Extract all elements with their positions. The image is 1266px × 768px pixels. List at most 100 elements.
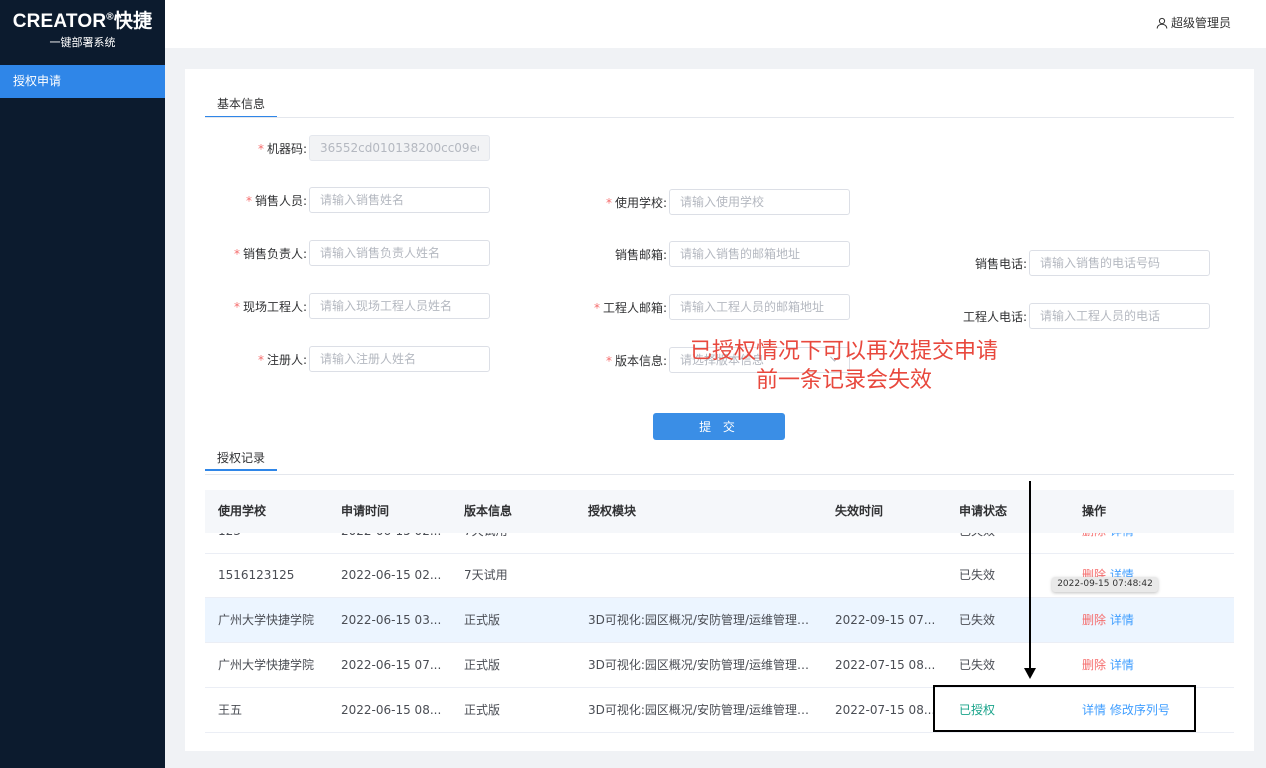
cell-apply-time: 2022-06-15 02... — [341, 533, 441, 553]
cell-apply-time: 2022-06-15 08... — [341, 703, 442, 717]
cell-version: 正式版 — [464, 703, 501, 717]
cell-school: 王五 — [218, 703, 243, 717]
cell-version: 正式版 — [464, 658, 501, 672]
field-school: * 使用学校: — [585, 189, 850, 215]
cell-version: 正式版 — [464, 613, 501, 627]
col-expire-time: 失效时间 — [835, 504, 884, 518]
sales-lead-input[interactable] — [309, 240, 490, 266]
main-card: 基本信息 *机器码: *销售人员: *使用学校: *销售负责人: 销售邮箱: 销… — [185, 69, 1254, 751]
cell-expire-time: 2022-09-15 07... — [835, 613, 936, 627]
logo-brand-text: CREATOR — [12, 11, 107, 32]
engineer-phone-input[interactable] — [1029, 303, 1210, 329]
col-modules: 授权模块 — [588, 504, 637, 518]
label-engineer-phone: 工程人电话: — [962, 309, 1027, 324]
label-engineer: * 现场工程人: — [233, 299, 307, 314]
annotation-line-1: 已授权情况下可以再次提交申请 — [689, 339, 998, 364]
delete-link[interactable]: 删除 — [1082, 658, 1106, 672]
delete-link[interactable]: 删除 — [1082, 613, 1106, 627]
col-actions: 操作 — [1082, 504, 1107, 518]
cell-apply-time: 2022-06-15 03... — [341, 613, 442, 627]
tab-auth-records-label: 授权记录 — [217, 451, 266, 465]
logo-title: CREATOR®快捷 — [0, 6, 165, 33]
cell-expire-time: 2022-07-15 08... — [835, 703, 936, 717]
annotation-arrow-head — [1024, 668, 1036, 679]
field-sales-email: 销售邮箱: — [585, 241, 850, 267]
field-engineer-phone: 工程人电话: — [945, 303, 1210, 329]
label-sales-lead: * 销售负责人: — [233, 246, 307, 261]
detail-link[interactable]: 详情 — [1110, 533, 1134, 538]
tab-basic-info-label: 基本信息 — [217, 97, 266, 111]
field-engineer: * 现场工程人: — [225, 293, 490, 319]
cell-apply-time: 2022-06-15 02... — [341, 568, 442, 582]
logo-brand-cn: 快捷 — [113, 11, 153, 32]
table-row: 123 2022-06-15 02... 7天试用 已失效 删除 详情 — [205, 533, 1234, 554]
cell-school: 123 — [218, 533, 241, 553]
annotation-text: 已授权情况下可以再次提交申请 前一条记录会失效 — [664, 337, 1024, 395]
cell-modules: 3D可视化:园区概况/安防管理/运维管理/ ... — [588, 613, 813, 627]
cell-school: 1516123125 — [218, 568, 295, 582]
cell-actions: 删除 详情 — [1082, 533, 1134, 553]
table-row: 广州大学快捷学院 2022-06-15 03... 正式版 3D可视化:园区概况… — [205, 598, 1234, 643]
cell-actions: 删除 详情 — [1082, 643, 1134, 687]
cell-status: 已失效 — [959, 568, 996, 582]
tab-basic-info[interactable]: 基本信息 — [205, 92, 278, 118]
col-school: 使用学校 — [218, 504, 267, 518]
tab-auth-records[interactable]: 授权记录 — [205, 445, 278, 471]
cell-version: 7天试用 — [464, 533, 508, 553]
col-version: 版本信息 — [464, 504, 513, 518]
col-apply-time: 申请时间 — [341, 504, 390, 518]
label-sales-phone: 销售电话: — [974, 256, 1027, 271]
field-sales-person: * 销售人员: — [225, 187, 490, 213]
registrant-input[interactable] — [309, 346, 490, 372]
sales-email-input[interactable] — [669, 241, 850, 267]
sidebar-item-auth-apply[interactable]: 授权申请 — [0, 65, 165, 98]
sales-phone-input[interactable] — [1029, 250, 1210, 276]
table-row: 广州大学快捷学院 2022-06-15 07... 正式版 3D可视化:园区概况… — [205, 643, 1234, 688]
cell-version: 7天试用 — [464, 568, 508, 582]
label-sales-email: 销售邮箱: — [614, 247, 667, 262]
cell-expire-time: 2022-07-15 08... — [835, 658, 936, 672]
label-version: * 版本信息: — [605, 353, 667, 368]
detail-link[interactable]: 详情 — [1110, 658, 1134, 672]
tooltip: 2022-09-15 07:48:42 — [1052, 577, 1158, 592]
sidebar-item-label: 授权申请 — [13, 74, 62, 88]
cell-status: 已失效 — [959, 658, 996, 672]
cell-status: 已失效 — [959, 533, 995, 553]
cell-status: 已失效 — [959, 613, 996, 627]
section-divider — [205, 117, 1234, 118]
field-machine-code: * 机器码: — [245, 135, 490, 161]
engineer-input[interactable] — [309, 293, 490, 319]
cell-apply-time: 2022-06-15 07... — [341, 658, 442, 672]
delete-link[interactable]: 删除 — [1082, 533, 1106, 538]
logo-registered-mark: ® — [106, 11, 114, 23]
logo-subtitle: 一键部署系统 — [49, 36, 116, 49]
label-engineer-email: * 工程人邮箱: — [593, 300, 667, 315]
annotation-arrow-line — [1029, 481, 1031, 670]
school-input[interactable] — [669, 189, 850, 215]
top-bar: 超级管理员 — [165, 0, 1266, 48]
detail-link[interactable]: 详情 — [1110, 613, 1134, 627]
field-sales-lead: * 销售负责人: — [225, 240, 490, 266]
label-sales-person: * 销售人员: — [245, 193, 307, 208]
cell-modules: 3D可视化:园区概况/安防管理/运维管理/ ... — [588, 703, 813, 717]
cell-actions: 删除 详情 — [1082, 598, 1134, 642]
sidebar: CREATOR®快捷 一键部署系统 授权申请 — [0, 0, 165, 768]
label-school: * 使用学校: — [605, 195, 667, 210]
annotation-line-2: 前一条记录会失效 — [755, 368, 932, 393]
sales-person-input[interactable] — [309, 187, 490, 213]
logo: CREATOR®快捷 一键部署系统 — [0, 0, 165, 50]
label-registrant: * 注册人: — [257, 352, 307, 367]
field-registrant: * 注册人: — [225, 346, 490, 372]
user-name: 超级管理员 — [1170, 16, 1231, 30]
table-header: 使用学校 申请时间 版本信息 授权模块 失效时间 申请状态 操作 — [205, 490, 1234, 533]
engineer-email-input[interactable] — [669, 294, 850, 320]
machine-code-input — [309, 135, 490, 161]
cell-modules: 3D可视化:园区概况/安防管理/运维管理/ ... — [588, 658, 813, 672]
user-menu[interactable]: 超级管理员 — [1156, 14, 1231, 31]
annotation-highlight-box — [933, 685, 1196, 732]
submit-button[interactable]: 提 交 — [653, 413, 785, 440]
label-machine-code: * 机器码: — [257, 141, 307, 156]
cell-school: 广州大学快捷学院 — [218, 613, 315, 627]
tab-active-underline — [205, 469, 278, 471]
field-engineer-email: * 工程人邮箱: — [585, 294, 850, 320]
